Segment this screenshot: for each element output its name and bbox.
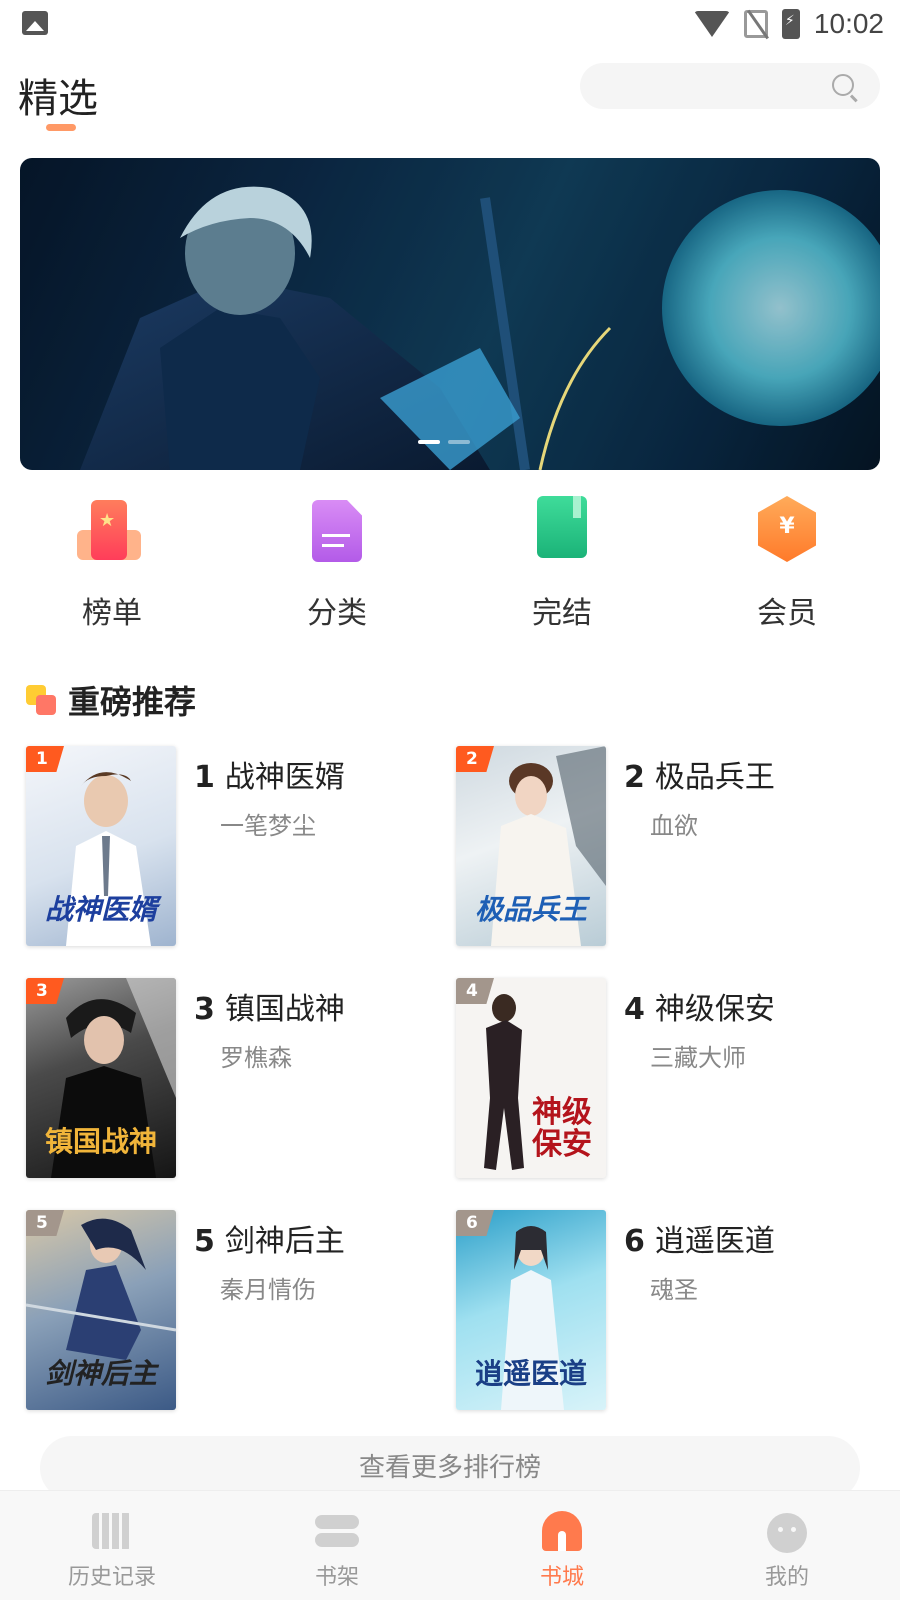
book-title-text: 极品兵王 <box>654 760 775 795</box>
book-title-text: 剑神后主 <box>224 1224 345 1259</box>
banner-dot[interactable] <box>448 440 470 444</box>
book-title-text: 逍遥医道 <box>654 1224 775 1259</box>
book-title[interactable]: 6 逍遥医道 <box>624 1216 775 1260</box>
quick-entry-ranking[interactable]: ★ 榜单 <box>32 496 192 636</box>
battery-charging-icon <box>781 9 800 39</box>
section-header: 重磅推荐 <box>26 678 196 722</box>
book-title-text: 神级保安 <box>654 992 775 1027</box>
cover-title: 镇国战神 <box>44 1124 157 1158</box>
cover-title: 极品兵王 <box>474 892 587 926</box>
nav-item-bookshelf[interactable]: 书架 <box>257 1491 417 1600</box>
book-cover[interactable]: 极品兵王 2 <box>456 746 606 946</box>
history-icon <box>88 1509 136 1553</box>
nav-item-bookstore[interactable]: 书城 <box>482 1491 642 1600</box>
book-cover[interactable]: 神级保安 4 <box>456 978 606 1178</box>
book-card[interactable]: 剑神后主 5 5 剑神后主 秦月情伤 <box>26 1210 456 1410</box>
section-title: 重磅推荐 <box>68 683 197 721</box>
nav-label: 我的 <box>764 1565 809 1590</box>
book-author: 魂圣 <box>650 1276 698 1304</box>
quick-entry-vip[interactable]: ¥ 会员 <box>707 496 867 636</box>
book-rank-number: 5 <box>194 1224 215 1259</box>
nav-label: 历史记录 <box>67 1565 156 1590</box>
gallery-notification-icon <box>22 11 48 35</box>
book-rank-number: 2 <box>624 760 645 795</box>
book-title[interactable]: 5 剑神后主 <box>194 1216 345 1260</box>
cover-title: 战神医婿 <box>44 892 157 926</box>
section-square-icon <box>26 685 56 715</box>
book-cover[interactable]: 战神医婿 1 <box>26 746 176 946</box>
book-card[interactable]: 镇国战神 3 3 镇国战神 罗樵森 <box>26 978 456 1178</box>
search-icon <box>832 74 854 96</box>
cover-title: 剑神后主 <box>44 1356 157 1390</box>
banner-dot-active[interactable] <box>418 440 440 444</box>
book-author: 罗樵森 <box>220 1044 292 1072</box>
profile-icon <box>763 1509 811 1553</box>
promo-banner[interactable] <box>20 158 880 470</box>
bookstore-icon <box>538 1509 586 1553</box>
book-title[interactable]: 1 战神医婿 <box>194 752 345 796</box>
book-card[interactable]: 极品兵王 2 2 极品兵王 血欲 <box>456 746 886 946</box>
status-bar: 10:02 <box>0 0 900 48</box>
book-rank-number: 3 <box>194 992 215 1027</box>
nav-label: 书城 <box>539 1565 584 1590</box>
vip-coin-icon: ¥ <box>752 496 822 570</box>
book-author: 一笔梦尘 <box>220 812 316 840</box>
quick-entry-row: ★ 榜单 分类 完结 ¥ 会员 <box>0 496 900 636</box>
banner-pagination <box>418 440 470 444</box>
page-title-tab[interactable]: 精选 <box>18 66 98 124</box>
tab-indicator <box>46 124 76 131</box>
book-rank-number: 6 <box>624 1224 645 1259</box>
search-input[interactable] <box>580 63 880 109</box>
book-author: 秦月情伤 <box>220 1276 316 1304</box>
wifi-icon <box>693 11 730 37</box>
book-title[interactable]: 2 极品兵王 <box>624 752 775 796</box>
book-title[interactable]: 3 镇国战神 <box>194 984 345 1028</box>
ranking-icon: ★ <box>77 500 147 570</box>
book-card[interactable]: 神级保安 4 4 神级保安 三藏大师 <box>456 978 886 1178</box>
nav-item-profile[interactable]: 我的 <box>707 1491 867 1600</box>
category-document-icon <box>302 500 372 570</box>
banner-artwork <box>20 158 880 470</box>
book-rank-number: 4 <box>624 992 645 1027</box>
nav-label: 书架 <box>314 1565 359 1590</box>
nav-item-history[interactable]: 历史记录 <box>32 1491 192 1600</box>
cover-title: 逍遥医道 <box>474 1356 587 1390</box>
book-card[interactable]: 逍遥医道 6 6 逍遥医道 魂圣 <box>456 1210 886 1410</box>
bottom-nav: 历史记录 书架 书城 我的 <box>0 1490 900 1600</box>
quick-entry-label: 榜单 <box>82 596 142 631</box>
finished-book-icon <box>527 496 597 570</box>
book-title[interactable]: 4 神级保安 <box>624 984 775 1028</box>
quick-entry-finished[interactable]: 完结 <box>482 496 642 636</box>
book-rank-number: 1 <box>194 760 215 795</box>
bookshelf-icon <box>313 1509 361 1553</box>
status-time: 10:02 <box>813 8 884 39</box>
book-cover[interactable]: 逍遥医道 6 <box>456 1210 606 1410</box>
book-cover[interactable]: 剑神后主 5 <box>26 1210 176 1410</box>
book-author: 血欲 <box>650 812 698 840</box>
book-title-text: 镇国战神 <box>224 992 345 1027</box>
book-card[interactable]: 战神医婿 1 1 战神医婿 一笔梦尘 <box>26 746 456 946</box>
book-cover[interactable]: 镇国战神 3 <box>26 978 176 1178</box>
no-sim-icon <box>743 10 768 38</box>
quick-entry-category[interactable]: 分类 <box>257 496 417 636</box>
book-author: 三藏大师 <box>650 1044 746 1072</box>
quick-entry-label: 分类 <box>307 596 367 631</box>
book-title-text: 战神医婿 <box>224 760 345 795</box>
quick-entry-label: 会员 <box>757 596 817 631</box>
quick-entry-label: 完结 <box>532 596 592 631</box>
cover-title: 神级保安 <box>532 1095 592 1162</box>
